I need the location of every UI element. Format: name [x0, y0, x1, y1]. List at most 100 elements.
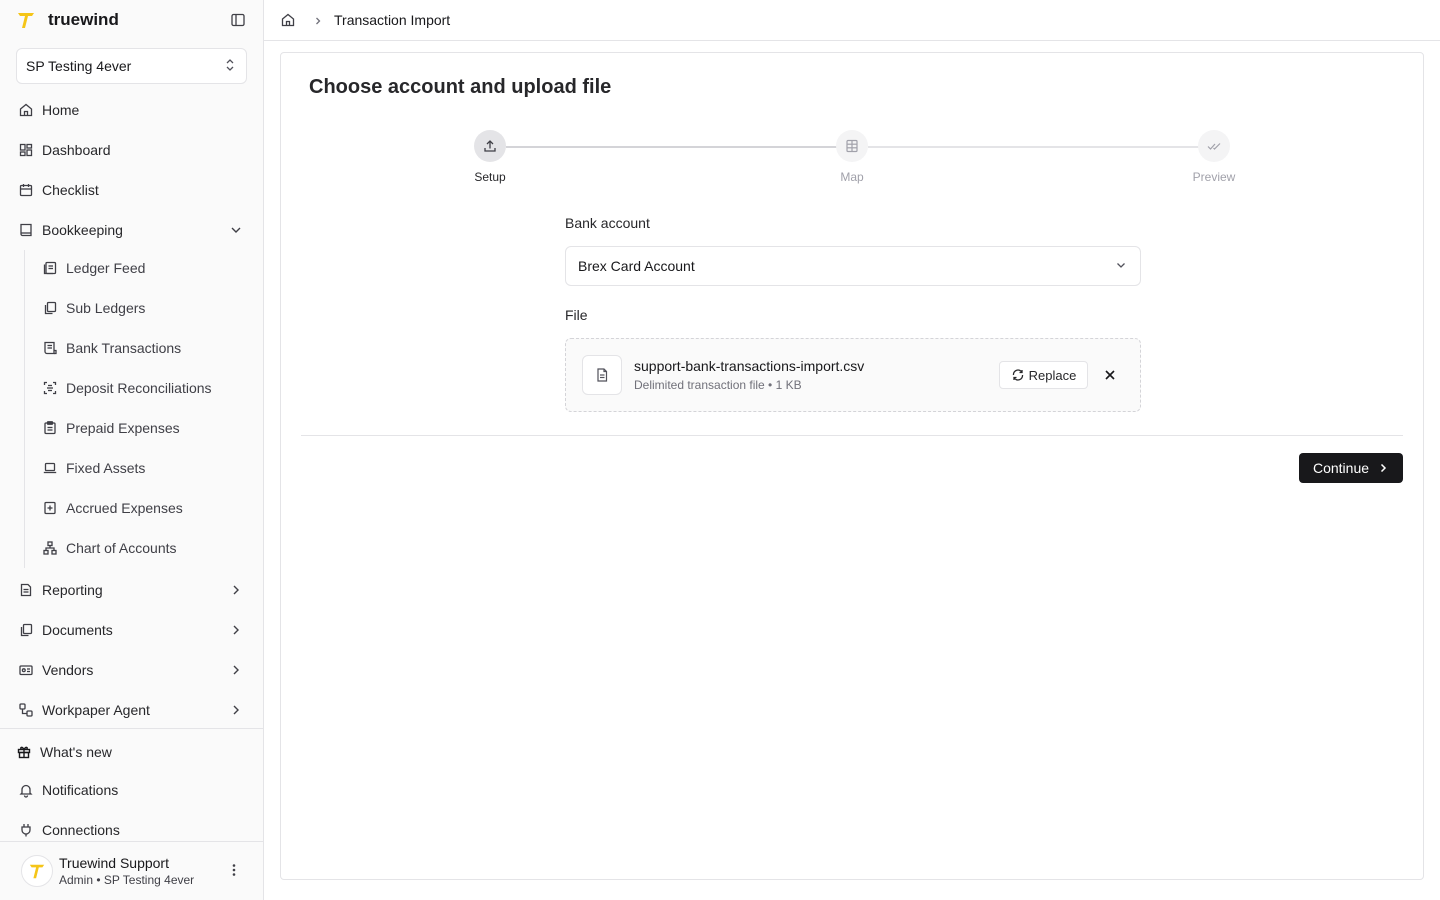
step-setup: Setup [450, 130, 530, 184]
book-icon [18, 222, 34, 238]
sidebar-item-home[interactable]: Home [8, 94, 256, 126]
table-icon [836, 130, 868, 162]
sidebar-item-label: Connections [42, 822, 120, 838]
sidebar-item-fixed-assets[interactable]: Fixed Assets [32, 452, 248, 484]
close-icon[interactable] [1102, 367, 1118, 383]
avatar [21, 855, 53, 887]
file-name: support-bank-transactions-import.csv [634, 358, 865, 374]
id-card-icon [18, 662, 34, 678]
sidebar-item-label: Dashboard [42, 142, 111, 158]
step-connector [506, 146, 837, 148]
more-vertical-icon[interactable] [226, 862, 242, 878]
replace-file-button[interactable]: Replace [999, 361, 1088, 389]
chevron-right-icon [228, 702, 244, 718]
file-text-icon [582, 355, 622, 395]
chevron-right-icon [312, 14, 324, 26]
sidebar-item-label: What's new [40, 744, 112, 760]
sidebar-item-prepaid-expenses[interactable]: Prepaid Expenses [32, 412, 248, 444]
file-meta: Delimited transaction file • 1 KB [634, 378, 802, 392]
sidebar-item-label: Notifications [42, 782, 119, 798]
organization-select-value: SP Testing 4ever [26, 58, 132, 74]
sidebar-item-notifications[interactable]: Notifications [8, 774, 256, 806]
plug-icon [18, 822, 34, 838]
card-divider [301, 435, 1403, 436]
home-icon[interactable] [280, 12, 296, 28]
laptop-icon [42, 460, 58, 476]
home-icon [18, 102, 34, 118]
sidebar-item-bookkeeping[interactable]: Bookkeeping [8, 214, 256, 246]
bell-icon [18, 782, 34, 798]
sidebar-item-label: Prepaid Expenses [66, 420, 180, 436]
sidebar-item-chart-of-accounts[interactable]: Chart of Accounts [32, 532, 248, 564]
sidebar-toggle-icon[interactable] [230, 12, 246, 28]
check-check-icon [1198, 130, 1230, 162]
chevron-right-icon [1377, 462, 1389, 474]
file-label: File [565, 307, 588, 323]
sidebar-item-label: Home [42, 102, 80, 118]
sidebar-item-label: Bookkeeping [42, 222, 123, 238]
sidebar-item-sub-ledgers[interactable]: Sub Ledgers [32, 292, 248, 324]
sidebar-item-label: Checklist [42, 182, 99, 198]
sidebar-item-reporting[interactable]: Reporting [8, 574, 256, 606]
user-profile[interactable]: Truewind Support Admin • SP Testing 4eve… [0, 842, 263, 900]
sidebar-item-label: Sub Ledgers [66, 300, 146, 316]
sidebar-item-dashboard[interactable]: Dashboard [8, 134, 256, 166]
user-name: Truewind Support [59, 855, 169, 871]
organization-select[interactable]: SP Testing 4ever [16, 48, 247, 84]
replace-label: Replace [1028, 367, 1077, 383]
scan-icon [42, 380, 58, 396]
continue-label: Continue [1312, 460, 1370, 476]
dashboard-icon [18, 142, 34, 158]
sidebar-item-vendors[interactable]: Vendors [8, 654, 256, 686]
brand[interactable]: truewind [16, 8, 119, 32]
step-connector [868, 146, 1199, 148]
sidebar-item-whats-new[interactable]: What's new [8, 736, 256, 768]
sidebar-item-ledger-feed[interactable]: Ledger Feed [32, 252, 248, 284]
gift-icon [16, 744, 32, 760]
sidebar-item-checklist[interactable]: Checklist [8, 174, 256, 206]
chevron-right-icon [228, 622, 244, 638]
breadcrumb-current: Transaction Import [334, 12, 451, 28]
user-role: Admin • SP Testing 4ever [59, 873, 195, 887]
sidebar: truewind SP Testing 4ever Home Dashboard… [0, 0, 264, 900]
import-card: Choose account and upload file Setup Map… [280, 52, 1424, 880]
upload-icon [474, 130, 506, 162]
plus-square-icon [42, 500, 58, 516]
sidebar-item-label: Reporting [42, 582, 103, 598]
step-preview: Preview [1174, 130, 1254, 184]
breadcrumb: Transaction Import [264, 0, 1440, 41]
receipt-icon [42, 340, 58, 356]
sidebar-item-label: Deposit Reconciliations [66, 380, 212, 396]
sidebar-item-label: Chart of Accounts [66, 540, 177, 556]
user-info: Truewind Support Admin • SP Testing 4eve… [59, 855, 194, 887]
sidebar-item-label: Bank Transactions [66, 340, 182, 356]
chevron-down-icon [228, 222, 244, 238]
refresh-icon [1011, 368, 1025, 382]
sidebar-item-label: Fixed Assets [66, 460, 146, 476]
file-dropzone[interactable]: support-bank-transactions-import.csv Del… [565, 338, 1141, 412]
workflow-icon [18, 702, 34, 718]
sidebar-item-label: Documents [42, 622, 113, 638]
brand-name: truewind [48, 10, 119, 29]
calendar-icon [18, 182, 34, 198]
continue-button[interactable]: Continue [1299, 453, 1403, 483]
submenu-guide-line [24, 250, 25, 568]
documents-icon [18, 622, 34, 638]
sidebar-item-workpaper-agent[interactable]: Workpaper Agent [8, 694, 256, 726]
sidebar-item-bank-transactions[interactable]: Bank Transactions [32, 332, 248, 364]
bank-account-label: Bank account [565, 215, 650, 231]
sidebar-item-label: Accrued Expenses [66, 500, 183, 516]
sidebar-item-documents[interactable]: Documents [8, 614, 256, 646]
step-label: Setup [474, 170, 506, 184]
bank-account-select[interactable]: Brex Card Account [565, 246, 1141, 286]
chevron-right-icon [228, 662, 244, 678]
step-map: Map [812, 130, 892, 184]
sidebar-item-accrued-expenses[interactable]: Accrued Expenses [32, 492, 248, 524]
sidebar-item-deposit-reconciliations[interactable]: Deposit Reconciliations [32, 372, 248, 404]
step-label: Preview [1192, 170, 1236, 184]
sidebar-divider [0, 728, 263, 729]
step-label: Map [840, 170, 864, 184]
clipboard-icon [42, 420, 58, 436]
network-icon [42, 540, 58, 556]
chevron-down-icon [1114, 258, 1128, 275]
